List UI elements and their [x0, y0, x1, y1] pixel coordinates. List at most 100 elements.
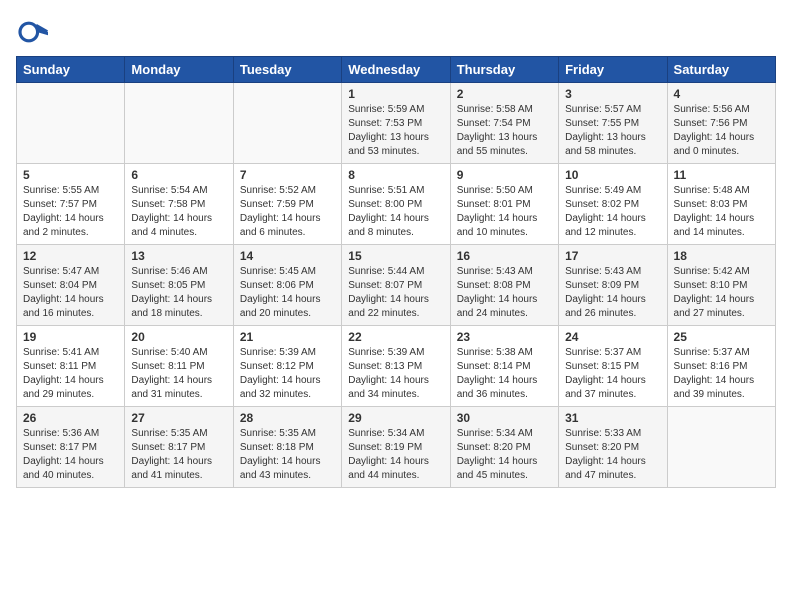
calendar-cell: 23 Sunrise: 5:38 AM Sunset: 8:14 PM Dayli… — [450, 326, 558, 407]
calendar-cell: 4 Sunrise: 5:56 AM Sunset: 7:56 PM Daylig… — [667, 83, 775, 164]
day-info: Sunrise: 5:33 AM Sunset: 8:20 PM Dayligh… — [565, 427, 660, 483]
calendar-cell: 28 Sunrise: 5:35 AM Sunset: 8:18 PM Dayli… — [233, 407, 341, 488]
day-info: Sunrise: 5:59 AM Sunset: 7:53 PM Dayligh… — [348, 103, 443, 159]
day-info: Sunrise: 5:50 AM Sunset: 8:01 PM Dayligh… — [457, 184, 552, 240]
day-info: Sunrise: 5:43 AM Sunset: 8:08 PM Dayligh… — [457, 265, 552, 321]
calendar-cell: 31 Sunrise: 5:33 AM Sunset: 8:20 PM Dayli… — [559, 407, 667, 488]
day-number: 31 — [565, 411, 660, 425]
calendar-cell: 20 Sunrise: 5:40 AM Sunset: 8:11 PM Dayli… — [125, 326, 233, 407]
day-info: Sunrise: 5:42 AM Sunset: 8:10 PM Dayligh… — [674, 265, 769, 321]
weekday-header-sunday: Sunday — [17, 57, 125, 83]
day-info: Sunrise: 5:40 AM Sunset: 8:11 PM Dayligh… — [131, 346, 226, 402]
calendar-cell: 16 Sunrise: 5:43 AM Sunset: 8:08 PM Dayli… — [450, 245, 558, 326]
day-info: Sunrise: 5:58 AM Sunset: 7:54 PM Dayligh… — [457, 103, 552, 159]
calendar-cell: 30 Sunrise: 5:34 AM Sunset: 8:20 PM Dayli… — [450, 407, 558, 488]
day-info: Sunrise: 5:57 AM Sunset: 7:55 PM Dayligh… — [565, 103, 660, 159]
calendar-cell: 19 Sunrise: 5:41 AM Sunset: 8:11 PM Dayli… — [17, 326, 125, 407]
calendar-cell: 6 Sunrise: 5:54 AM Sunset: 7:58 PM Daylig… — [125, 164, 233, 245]
calendar-cell: 8Sunrise: 5:51 AM Sunset: 8:00 PM Daylig… — [342, 164, 450, 245]
day-number: 20 — [131, 330, 226, 344]
calendar-cell: 13Sunrise: 5:46 AM Sunset: 8:05 PM Dayli… — [125, 245, 233, 326]
day-number: 19 — [23, 330, 118, 344]
day-number: 14 — [240, 249, 335, 263]
day-number: 6 — [131, 168, 226, 182]
day-info: Sunrise: 5:45 AM Sunset: 8:06 PM Dayligh… — [240, 265, 335, 321]
calendar-cell: 9 Sunrise: 5:50 AM Sunset: 8:01 PM Daylig… — [450, 164, 558, 245]
day-number: 28 — [240, 411, 335, 425]
calendar-cell: 29 Sunrise: 5:34 AM Sunset: 8:19 PM Dayli… — [342, 407, 450, 488]
day-info: Sunrise: 5:34 AM Sunset: 8:20 PM Dayligh… — [457, 427, 552, 483]
day-info: Sunrise: 5:41 AM Sunset: 8:11 PM Dayligh… — [23, 346, 118, 402]
day-number: 18 — [674, 249, 769, 263]
calendar-cell — [233, 83, 341, 164]
day-number: 24 — [565, 330, 660, 344]
calendar-cell — [17, 83, 125, 164]
logo-icon — [16, 16, 48, 48]
weekday-header-saturday: Saturday — [667, 57, 775, 83]
day-number: 29 — [348, 411, 443, 425]
day-number: 16 — [457, 249, 552, 263]
day-info: Sunrise: 5:55 AM Sunset: 7:57 PM Dayligh… — [23, 184, 118, 240]
day-number: 27 — [131, 411, 226, 425]
weekday-header-friday: Friday — [559, 57, 667, 83]
weekday-header-monday: Monday — [125, 57, 233, 83]
day-number: 26 — [23, 411, 118, 425]
calendar-header: SundayMondayTuesdayWednesdayThursdayFrid… — [17, 57, 776, 83]
calendar-cell: 24 Sunrise: 5:37 AM Sunset: 8:15 PM Dayli… — [559, 326, 667, 407]
day-info: Sunrise: 5:39 AM Sunset: 8:13 PM Dayligh… — [348, 346, 443, 402]
calendar-week-4: 19 Sunrise: 5:41 AM Sunset: 8:11 PM Dayli… — [17, 326, 776, 407]
day-info: Sunrise: 5:46 AM Sunset: 8:05 PM Dayligh… — [131, 265, 226, 321]
day-number: 4 — [674, 87, 769, 101]
weekday-header-row: SundayMondayTuesdayWednesdayThursdayFrid… — [17, 57, 776, 83]
day-info: Sunrise: 5:47 AM Sunset: 8:04 PM Dayligh… — [23, 265, 118, 321]
logo — [16, 16, 52, 48]
day-info: Sunrise: 5:36 AM Sunset: 8:17 PM Dayligh… — [23, 427, 118, 483]
calendar-week-5: 26 Sunrise: 5:36 AM Sunset: 8:17 PM Dayli… — [17, 407, 776, 488]
calendar-cell: 7Sunrise: 5:52 AM Sunset: 7:59 PM Daylig… — [233, 164, 341, 245]
page-header — [16, 16, 776, 48]
day-info: Sunrise: 5:51 AM Sunset: 8:00 PM Dayligh… — [348, 184, 443, 240]
calendar-body: 1 Sunrise: 5:59 AM Sunset: 7:53 PM Daylig… — [17, 83, 776, 488]
day-number: 25 — [674, 330, 769, 344]
day-info: Sunrise: 5:37 AM Sunset: 8:16 PM Dayligh… — [674, 346, 769, 402]
day-number: 10 — [565, 168, 660, 182]
calendar-cell: 27Sunrise: 5:35 AM Sunset: 8:17 PM Dayli… — [125, 407, 233, 488]
day-info: Sunrise: 5:35 AM Sunset: 8:18 PM Dayligh… — [240, 427, 335, 483]
day-number: 21 — [240, 330, 335, 344]
weekday-header-wednesday: Wednesday — [342, 57, 450, 83]
day-number: 17 — [565, 249, 660, 263]
day-info: Sunrise: 5:34 AM Sunset: 8:19 PM Dayligh… — [348, 427, 443, 483]
calendar-cell: 18 Sunrise: 5:42 AM Sunset: 8:10 PM Dayli… — [667, 245, 775, 326]
day-info: Sunrise: 5:39 AM Sunset: 8:12 PM Dayligh… — [240, 346, 335, 402]
day-number: 22 — [348, 330, 443, 344]
day-info: Sunrise: 5:43 AM Sunset: 8:09 PM Dayligh… — [565, 265, 660, 321]
calendar-cell: 25 Sunrise: 5:37 AM Sunset: 8:16 PM Dayli… — [667, 326, 775, 407]
day-number: 15 — [348, 249, 443, 263]
weekday-header-tuesday: Tuesday — [233, 57, 341, 83]
calendar-cell: 15 Sunrise: 5:44 AM Sunset: 8:07 PM Dayli… — [342, 245, 450, 326]
calendar-cell: 5Sunrise: 5:55 AM Sunset: 7:57 PM Daylig… — [17, 164, 125, 245]
day-info: Sunrise: 5:44 AM Sunset: 8:07 PM Dayligh… — [348, 265, 443, 321]
day-number: 1 — [348, 87, 443, 101]
calendar-cell: 14 Sunrise: 5:45 AM Sunset: 8:06 PM Dayli… — [233, 245, 341, 326]
day-info: Sunrise: 5:38 AM Sunset: 8:14 PM Dayligh… — [457, 346, 552, 402]
day-info: Sunrise: 5:52 AM Sunset: 7:59 PM Dayligh… — [240, 184, 335, 240]
day-info: Sunrise: 5:54 AM Sunset: 7:58 PM Dayligh… — [131, 184, 226, 240]
day-number: 11 — [674, 168, 769, 182]
calendar-cell — [125, 83, 233, 164]
day-number: 9 — [457, 168, 552, 182]
calendar-cell: 2 Sunrise: 5:58 AM Sunset: 7:54 PM Daylig… — [450, 83, 558, 164]
day-number: 30 — [457, 411, 552, 425]
calendar-cell: 12Sunrise: 5:47 AM Sunset: 8:04 PM Dayli… — [17, 245, 125, 326]
day-number: 2 — [457, 87, 552, 101]
day-info: Sunrise: 5:48 AM Sunset: 8:03 PM Dayligh… — [674, 184, 769, 240]
calendar-cell — [667, 407, 775, 488]
day-info: Sunrise: 5:37 AM Sunset: 8:15 PM Dayligh… — [565, 346, 660, 402]
day-number: 23 — [457, 330, 552, 344]
calendar-cell: 26 Sunrise: 5:36 AM Sunset: 8:17 PM Dayli… — [17, 407, 125, 488]
calendar-week-1: 1 Sunrise: 5:59 AM Sunset: 7:53 PM Daylig… — [17, 83, 776, 164]
calendar-table: SundayMondayTuesdayWednesdayThursdayFrid… — [16, 56, 776, 488]
calendar-cell: 21 Sunrise: 5:39 AM Sunset: 8:12 PM Dayli… — [233, 326, 341, 407]
day-info: Sunrise: 5:56 AM Sunset: 7:56 PM Dayligh… — [674, 103, 769, 159]
calendar-cell: 22 Sunrise: 5:39 AM Sunset: 8:13 PM Dayli… — [342, 326, 450, 407]
